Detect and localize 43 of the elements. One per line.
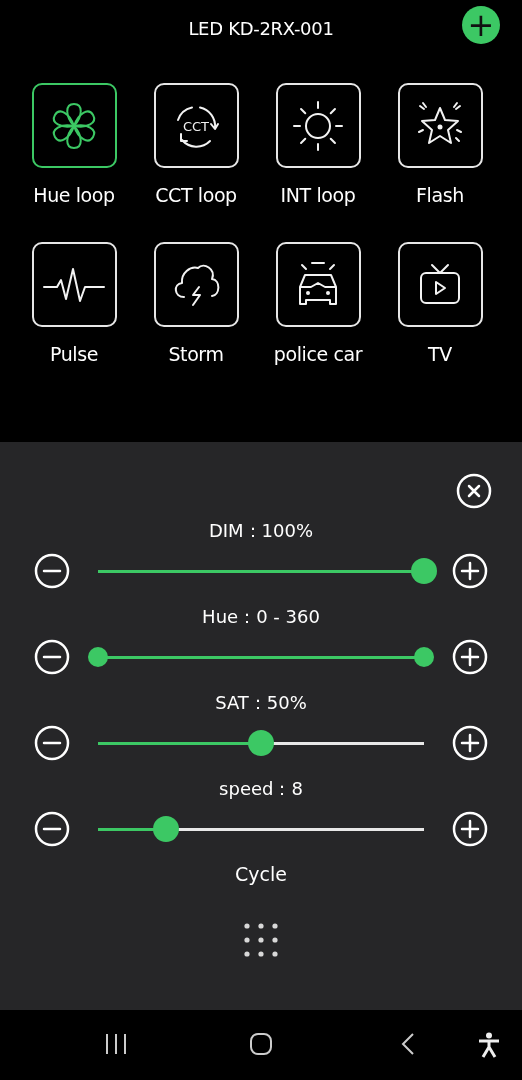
- slider-label: SAT：50%: [214, 691, 308, 715]
- slider-start-thumb[interactable]: [88, 647, 108, 667]
- mode-option[interactable]: Pulse: [13, 242, 135, 365]
- mode-option[interactable]: Storm: [135, 242, 257, 365]
- increase-button[interactable]: [452, 725, 488, 761]
- slider-label: DIM：100%: [207, 519, 315, 543]
- slider-thumb[interactable]: [153, 816, 180, 842]
- drag-handle-icon[interactable]: [244, 923, 278, 957]
- plus-icon: [452, 553, 488, 589]
- decrease-button[interactable]: [34, 553, 70, 589]
- slider-label: Hue：0 - 360: [201, 605, 321, 629]
- recents-icon: [104, 1032, 128, 1056]
- mode-option[interactable]: INT loop: [257, 83, 379, 206]
- device-title: LED KD-2RX-001: [188, 17, 334, 39]
- decrease-button[interactable]: [34, 811, 70, 847]
- minus-icon: [34, 639, 70, 675]
- slider-thumb[interactable]: [248, 730, 274, 756]
- mode-option[interactable]: Hue loop: [13, 83, 135, 206]
- home-icon: [249, 1032, 273, 1056]
- minus-icon: [34, 811, 70, 847]
- minus-icon: [34, 725, 70, 761]
- add-button[interactable]: +: [462, 6, 500, 44]
- plus-icon: [452, 811, 488, 847]
- mode-option[interactable]: TV: [379, 242, 501, 365]
- slider-label: speed：8: [218, 777, 304, 801]
- decrease-button[interactable]: [34, 725, 70, 761]
- mode-option[interactable]: CCT CCT loop: [135, 83, 257, 206]
- cycle-label: Cycle: [234, 863, 288, 885]
- close-icon: [456, 473, 492, 509]
- slider-thumb[interactable]: [411, 558, 437, 584]
- increase-button[interactable]: [452, 639, 488, 675]
- plus-icon: [452, 725, 488, 761]
- accessibility-icon: [477, 1032, 501, 1058]
- increase-button[interactable]: [452, 553, 488, 589]
- increase-button[interactable]: [452, 811, 488, 847]
- back-icon: [400, 1032, 416, 1056]
- mode-option[interactable]: Flash: [379, 83, 501, 206]
- decrease-button[interactable]: [34, 639, 70, 675]
- close-button[interactable]: [456, 473, 492, 509]
- slider-end-thumb[interactable]: [414, 647, 434, 667]
- plus-icon: [452, 639, 488, 675]
- minus-icon: [34, 553, 70, 589]
- mode-option[interactable]: police car: [257, 242, 379, 365]
